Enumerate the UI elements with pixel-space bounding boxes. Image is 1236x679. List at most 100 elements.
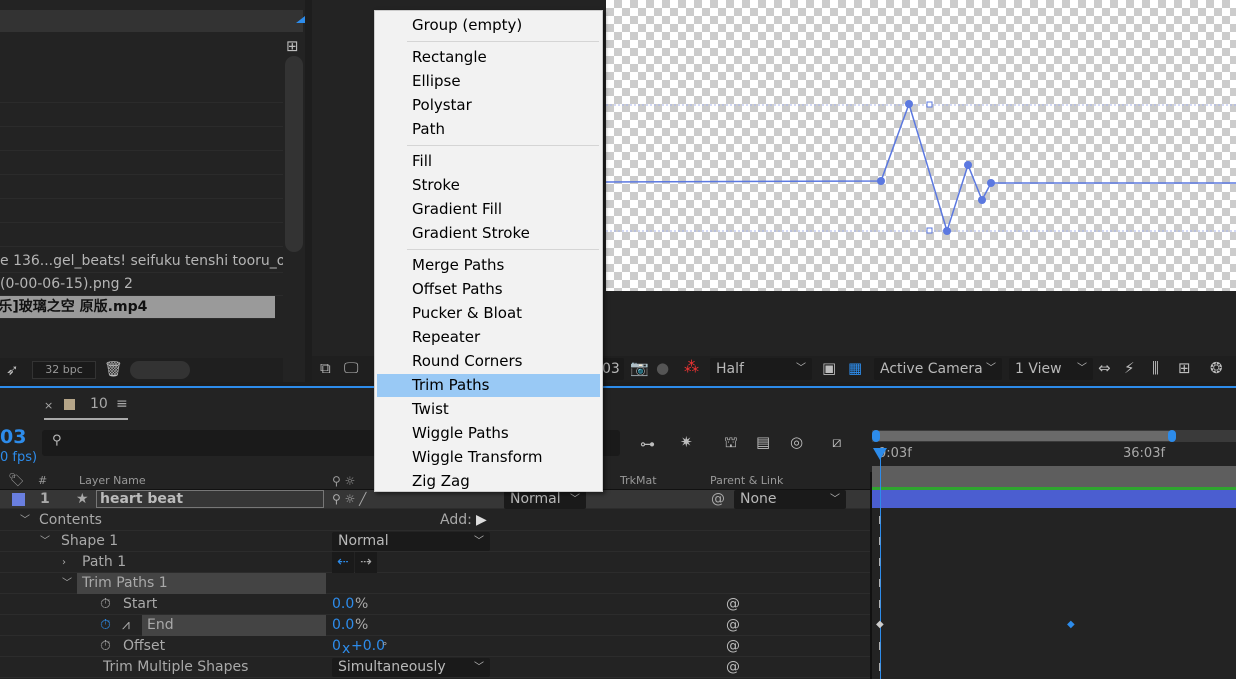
property-value[interactable]: +0.0 — [351, 636, 385, 657]
fps-label: 0 fps) — [0, 450, 38, 465]
layers-icon[interactable]: ⧉ — [320, 360, 331, 376]
path-direction-reverse-icon[interactable]: ⇠ — [332, 552, 354, 573]
stopwatch-icon[interactable]: ⏱ — [100, 594, 111, 615]
flowchart-icon[interactable]: ⊞ — [286, 38, 299, 54]
work-area-bar[interactable] — [876, 431, 1172, 441]
menu-item-offset-paths[interactable]: Offset Paths — [377, 278, 600, 301]
flowchart-icon[interactable]: ⊞ — [1178, 360, 1191, 376]
menu-item-round-corners[interactable]: Round Corners — [377, 350, 600, 373]
layer-switches[interactable]: ⚲ ☼ ╱ — [332, 490, 366, 509]
graph-icon[interactable]: ⩘ — [122, 615, 130, 636]
menu-item-repeater[interactable]: Repeater — [377, 326, 600, 349]
tab-label: 10 — [90, 396, 108, 412]
menu-item-wiggle-transform[interactable]: Wiggle Transform — [377, 446, 600, 469]
shy-layers-icon[interactable]: ⛫ — [724, 434, 738, 450]
graph-editor-icon[interactable]: ⧄ — [832, 434, 842, 450]
menu-item-stroke[interactable]: Stroke — [377, 174, 600, 197]
timeline-icon[interactable]: ⫼ — [1152, 360, 1159, 376]
menu-item-wiggle-paths[interactable]: Wiggle Paths — [377, 422, 600, 445]
menu-item-pucker-bloat[interactable]: Pucker & Bloat — [377, 302, 600, 325]
path-name: Path 1 — [82, 554, 127, 570]
fast-preview-icon[interactable]: ⚡ — [1124, 360, 1135, 376]
render-icon[interactable]: ➶ — [6, 362, 19, 378]
toggle-pixel-aspect-icon[interactable]: ⇔ — [1098, 360, 1111, 376]
menu-item-twist[interactable]: Twist — [377, 398, 600, 421]
camera-dropdown[interactable]: Active Camera ﹀ — [874, 358, 1002, 380]
exposure-icon[interactable]: ❂ — [1210, 360, 1223, 376]
work-area-end-handle[interactable] — [1168, 430, 1176, 442]
stopwatch-icon[interactable]: ⏱ — [100, 636, 111, 657]
camera-snapshot-icon[interactable]: 📷 — [630, 360, 649, 376]
contents-row[interactable]: ﹀ Contents Add: ▶ — [0, 510, 870, 531]
close-icon[interactable]: × — [44, 399, 53, 412]
project-item[interactable]: (0-00-06-15).png 2 — [0, 273, 283, 296]
project-scrollbar[interactable] — [285, 56, 303, 252]
composition-canvas[interactable] — [605, 0, 1236, 291]
property-value[interactable]: 0 — [332, 636, 341, 657]
current-timecode[interactable]: 03 — [0, 426, 26, 448]
path-row[interactable]: › Path 1 ⇠ ⇢ — [0, 552, 870, 573]
layer-color-swatch[interactable] — [12, 493, 25, 506]
comp-flowchart-icon[interactable]: ⊶ — [640, 436, 655, 452]
add-menu-button[interactable]: ▶ — [476, 510, 487, 531]
project-search-bar[interactable] — [0, 10, 303, 32]
frame-blending-icon[interactable]: ▤ — [756, 434, 770, 450]
draft-3d-icon[interactable]: ✷ — [680, 434, 693, 450]
project-item[interactable]: e 136...gel_beats! seifuku tenshi tooru_… — [0, 250, 283, 273]
bbox-handle — [926, 101, 933, 108]
property-value[interactable]: 0.0 — [332, 594, 354, 615]
tab-composition[interactable]: × 10 ≡ — [44, 396, 128, 420]
resolution-dropdown[interactable]: Half ﹀ — [710, 358, 812, 380]
menu-icon[interactable]: ≡ — [116, 396, 128, 412]
layer-bar[interactable] — [872, 490, 1236, 508]
menu-item-ellipse[interactable]: Ellipse — [377, 70, 600, 93]
label-tag-icon[interactable]: 🏷 — [8, 472, 25, 490]
pickwhip-icon[interactable]: @ — [726, 659, 740, 675]
keyframe-icon[interactable]: ◆ — [1067, 619, 1075, 630]
chevron-down-icon[interactable]: ﹀ — [40, 531, 50, 552]
trim-multiple-dropdown[interactable]: Simultaneously ﹀ — [332, 658, 490, 677]
shape-blend-dropdown[interactable]: Normal ﹀ — [332, 532, 490, 551]
menu-item-fill[interactable]: Fill — [377, 150, 600, 173]
property-unit: % — [355, 596, 369, 612]
views-value: 1 View — [1015, 361, 1062, 377]
layer-name-field[interactable]: heart beat — [96, 490, 324, 508]
menu-item-gradient-stroke[interactable]: Gradient Stroke — [377, 222, 600, 245]
project-item-selected[interactable]: [乐]玻璃之空 原版.mp4 — [0, 296, 275, 319]
menu-item-path[interactable]: Path — [377, 118, 600, 141]
property-unit: % — [355, 617, 369, 633]
keyframe-icon[interactable]: ◆ — [876, 619, 884, 630]
pickwhip-icon[interactable]: @ — [726, 617, 740, 633]
menu-item-merge-paths[interactable]: Merge Paths — [377, 254, 600, 277]
view-layout-dropdown[interactable]: 1 View ﹀ — [1009, 358, 1093, 380]
chevron-down-icon[interactable]: ﹀ — [62, 573, 72, 594]
menu-item-gradient-fill[interactable]: Gradient Fill — [377, 198, 600, 221]
menu-item-trim-paths[interactable]: Trim Paths — [377, 374, 600, 397]
motion-blur-icon[interactable]: ◎ — [790, 434, 803, 450]
trash-icon[interactable]: 🗑 — [104, 361, 123, 377]
property-value[interactable]: 0.0 — [332, 615, 354, 636]
trim-paths-row[interactable]: ﹀ Trim Paths 1 — [0, 573, 870, 594]
menu-item-rectangle[interactable]: Rectangle — [377, 46, 600, 69]
monitor-icon[interactable]: 🖵 — [344, 360, 358, 376]
pickwhip-icon[interactable]: @ — [711, 490, 725, 509]
bit-depth-button[interactable]: 32 bpc — [32, 361, 96, 379]
col-layer-name[interactable]: Layer Name — [79, 472, 146, 490]
menu-item-group-empty[interactable]: Group (empty) — [377, 14, 600, 37]
menu-item-zig-zag[interactable]: Zig Zag — [377, 470, 600, 493]
color-channels-icon[interactable]: ⁂ — [684, 359, 699, 375]
shape-group-row[interactable]: ﹀ Shape 1 Normal ﹀ — [0, 531, 870, 552]
path-direction-forward-icon[interactable]: ⇢ — [355, 552, 377, 573]
project-slider[interactable] — [130, 361, 190, 379]
pickwhip-icon[interactable]: @ — [726, 638, 740, 654]
stopwatch-active-icon[interactable]: ⏱ — [100, 615, 111, 636]
work-area-start-handle[interactable] — [872, 430, 880, 442]
show-snapshot-icon[interactable]: ● — [656, 360, 669, 376]
chevron-down-icon[interactable]: ﹀ — [20, 510, 30, 531]
transparency-grid-icon[interactable]: ▦ — [848, 360, 862, 376]
pickwhip-icon[interactable]: @ — [726, 596, 740, 612]
parent-dropdown[interactable]: None ﹀ — [734, 490, 846, 509]
menu-item-polystar[interactable]: Polystar — [377, 94, 600, 117]
chevron-right-icon[interactable]: › — [62, 552, 66, 573]
region-of-interest-icon[interactable]: ▣ — [822, 360, 836, 376]
